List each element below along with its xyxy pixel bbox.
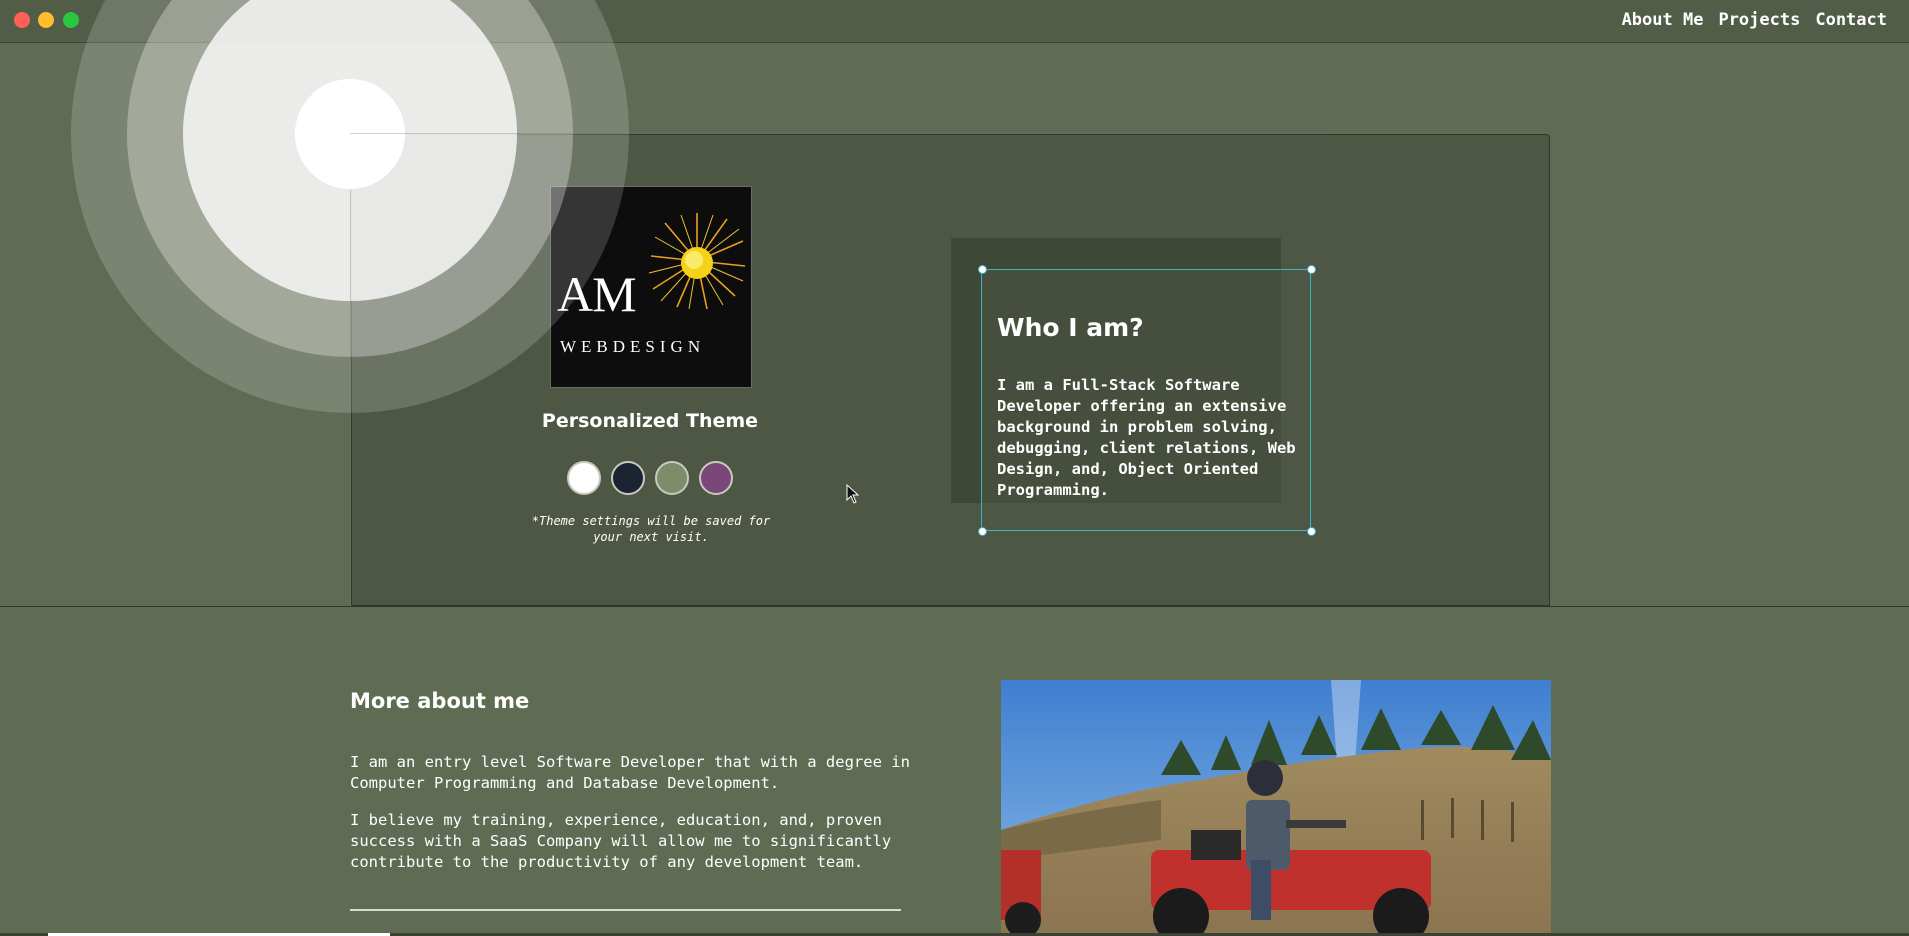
theme-swatch-sage[interactable] [655, 461, 689, 495]
resize-handle-bottom-left[interactable] [978, 527, 987, 536]
theme-title: Personalized Theme [541, 410, 759, 432]
atv-photo-image [1001, 680, 1551, 936]
resize-handle-top-right[interactable] [1307, 265, 1316, 274]
guide-line-vertical [350, 190, 351, 610]
who-card-selection[interactable]: Who I am? I am a Full-Stack Software Dev… [981, 269, 1311, 531]
theme-swatch-plum[interactable] [699, 461, 733, 495]
more-about-paragraph-2: I believe my training, experience, educa… [350, 811, 892, 871]
logo-wordmark: WEBDESIGN [560, 337, 706, 356]
sun-burst-icon [648, 213, 746, 310]
resize-handle-top-left[interactable] [978, 265, 987, 274]
theme-note: *Theme settings will be saved for your n… [531, 514, 771, 544]
nav-link-about-me[interactable]: About Me [1622, 10, 1704, 30]
maximize-window-icon[interactable] [63, 12, 79, 28]
mouse-pointer-icon [846, 484, 860, 504]
nav-link-projects[interactable]: Projects [1718, 10, 1800, 30]
more-about-divider [350, 909, 901, 911]
guide-line-horizontal [350, 133, 1330, 134]
atv-photo [1001, 680, 1551, 936]
minimize-window-icon[interactable] [38, 12, 54, 28]
resize-handle-bottom-right[interactable] [1307, 527, 1316, 536]
section-divider [0, 606, 1909, 607]
more-about-title: More about me [350, 689, 530, 713]
close-window-icon[interactable] [14, 12, 30, 28]
nav-link-contact[interactable]: Contact [1815, 10, 1887, 30]
theme-swatch-navy[interactable] [611, 461, 645, 495]
who-title: Who I am? [997, 313, 1144, 342]
glow-ring-core [295, 79, 405, 189]
theme-swatch-white[interactable] [567, 461, 601, 495]
who-text: I am a Full-Stack Software Developer off… [997, 376, 1296, 499]
main-nav: About Me Projects Contact [1622, 10, 1887, 30]
theme-swatches [567, 461, 733, 495]
more-about-paragraph-1: I am an entry level Software Developer t… [350, 753, 910, 792]
